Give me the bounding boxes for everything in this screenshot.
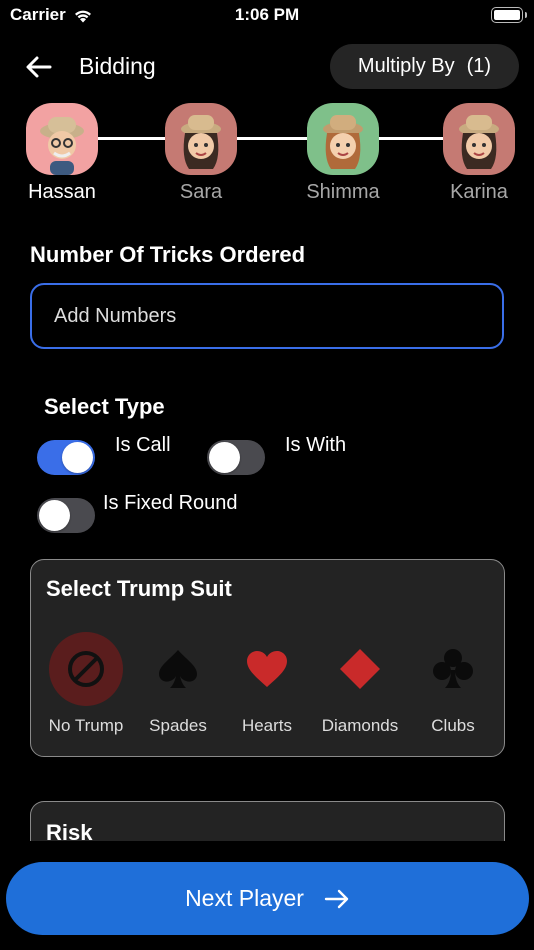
player-name: Sara: [179, 181, 223, 203]
suit-list: No Trump Spades Hearts Diamonds Clubs: [31, 632, 504, 742]
memoji-avatar-icon: [181, 115, 221, 169]
suit-option-hearts[interactable]: Hearts: [219, 632, 315, 736]
avatar: [307, 103, 379, 175]
memoji-avatar-icon: [323, 115, 363, 169]
trump-suit-card: Select Trump Suit No Trump Spades Hearts…: [30, 559, 505, 757]
status-time: 1:06 PM: [234, 5, 300, 24]
risk-card: Risk: [30, 801, 505, 841]
player-item[interactable]: Karina: [429, 100, 529, 204]
player-item[interactable]: Sara: [151, 100, 251, 204]
player-stepper: Hassan Sara Shimma Karina: [0, 100, 534, 210]
suit-option-clubs[interactable]: Clubs: [405, 632, 501, 736]
is-fixed-round-toggle-row: Is Fixed Round: [37, 492, 238, 533]
is-call-label: Is Call: [115, 434, 171, 456]
suit-label: Clubs: [431, 716, 475, 735]
is-call-switch[interactable]: [37, 440, 95, 475]
player-name: Karina: [450, 181, 508, 203]
page-title: Bidding: [79, 53, 156, 79]
multiply-label: Multiply By: [357, 55, 455, 77]
trump-suit-title: Select Trump Suit: [46, 576, 232, 601]
arrow-right-icon: [324, 889, 349, 908]
multiply-by-button[interactable]: Multiply By (1): [330, 44, 519, 89]
diamond-icon: [340, 649, 380, 689]
suit-label: No Trump: [48, 716, 124, 735]
heart-icon: [247, 651, 287, 687]
suit-label: Hearts: [241, 716, 293, 735]
avatar: [165, 103, 237, 175]
is-fixed-round-switch[interactable]: [37, 498, 95, 533]
memoji-avatar-icon: [459, 115, 499, 169]
back-button[interactable]: [24, 52, 54, 82]
is-call-toggle-row: Is Call: [37, 434, 171, 475]
multiply-value: (1): [466, 55, 492, 77]
next-player-button[interactable]: Next Player: [6, 862, 529, 935]
header: Bidding Multiply By (1): [0, 44, 534, 90]
player-item[interactable]: Hassan: [12, 100, 112, 204]
spade-icon: [159, 650, 197, 688]
status-bar: Carrier 1:06 PM: [0, 0, 534, 32]
avatar: [26, 103, 98, 175]
club-icon: [433, 649, 473, 688]
select-type-label: Select Type: [44, 394, 165, 419]
arrow-left-icon: [26, 56, 52, 78]
suit-option-no-trump[interactable]: No Trump: [38, 632, 134, 736]
memoji-avatar-icon: [40, 117, 84, 175]
suit-option-diamonds[interactable]: Diamonds: [312, 632, 408, 736]
suit-option-spades[interactable]: Spades: [130, 632, 226, 736]
player-item[interactable]: Shimma: [293, 100, 393, 204]
is-with-label: Is With: [285, 434, 347, 456]
suit-label: Spades: [149, 716, 207, 735]
tricks-label: Number Of Tricks Ordered: [30, 242, 306, 267]
is-fixed-round-label: Is Fixed Round: [103, 492, 238, 514]
is-with-switch[interactable]: [207, 440, 265, 475]
battery-icon: [491, 7, 527, 23]
player-name: Shimma: [306, 181, 380, 203]
next-player-label: Next Player: [185, 885, 304, 911]
is-with-toggle-row: Is With: [207, 434, 346, 475]
player-name: Hassan: [28, 181, 96, 203]
no-trump-icon: [68, 651, 104, 687]
risk-title: Risk: [46, 820, 93, 841]
tricks-input[interactable]: [30, 283, 504, 349]
avatar: [443, 103, 515, 175]
suit-label: Diamonds: [321, 716, 399, 735]
